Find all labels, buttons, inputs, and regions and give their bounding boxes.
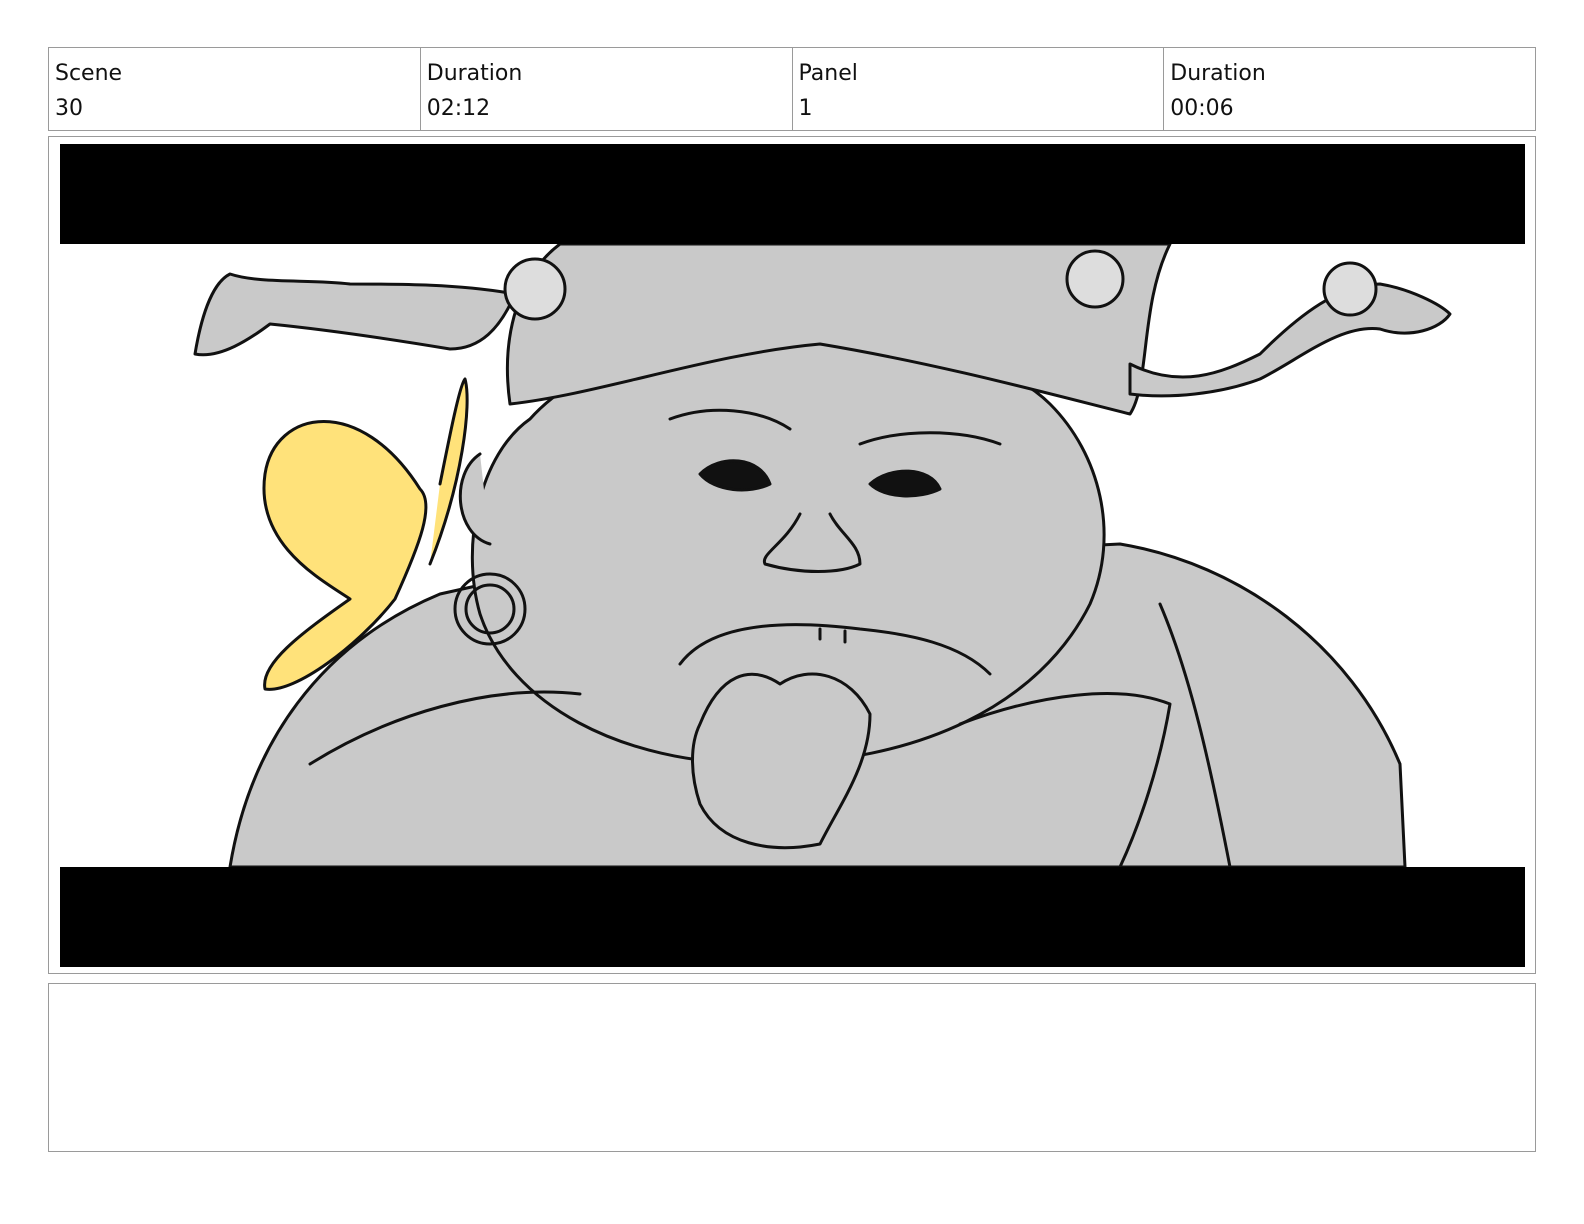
letterbox-top-bar xyxy=(60,144,1525,244)
panel-duration-cell: Duration 00:06 xyxy=(1164,48,1535,130)
panel-duration-label: Duration xyxy=(1170,61,1266,86)
left-pigtail xyxy=(193,272,517,357)
panel-number: 1 xyxy=(798,96,813,121)
scene-duration-label: Duration xyxy=(426,61,523,86)
storyboard-panel-image xyxy=(60,144,1525,967)
panel-cell: Panel 1 xyxy=(793,48,1165,130)
skull-clip-far-right xyxy=(1322,261,1378,317)
panel-info-header: Scene 30 Duration 02:12 Panel 1 Duration… xyxy=(48,47,1536,131)
scene-number: 30 xyxy=(55,96,83,121)
right-pigtail xyxy=(1128,282,1452,398)
panel-duration-value: 00:06 xyxy=(1170,96,1234,121)
panel-notes-box[interactable] xyxy=(48,983,1536,1152)
scene-duration-value: 02:12 xyxy=(426,96,491,121)
scene-label: Scene xyxy=(55,61,123,86)
skull-clip-right xyxy=(1065,249,1125,309)
storyboard-panel-frame xyxy=(48,136,1536,974)
scene-duration-cell: Duration 02:12 xyxy=(421,48,793,130)
butterfly-wing-upper xyxy=(428,377,469,566)
letterbox-bottom-bar xyxy=(60,867,1525,967)
scene-cell: Scene 30 xyxy=(49,48,421,130)
character-sketch xyxy=(193,244,1452,867)
skull-clip-left xyxy=(503,257,567,321)
panel-label: Panel xyxy=(798,61,858,86)
